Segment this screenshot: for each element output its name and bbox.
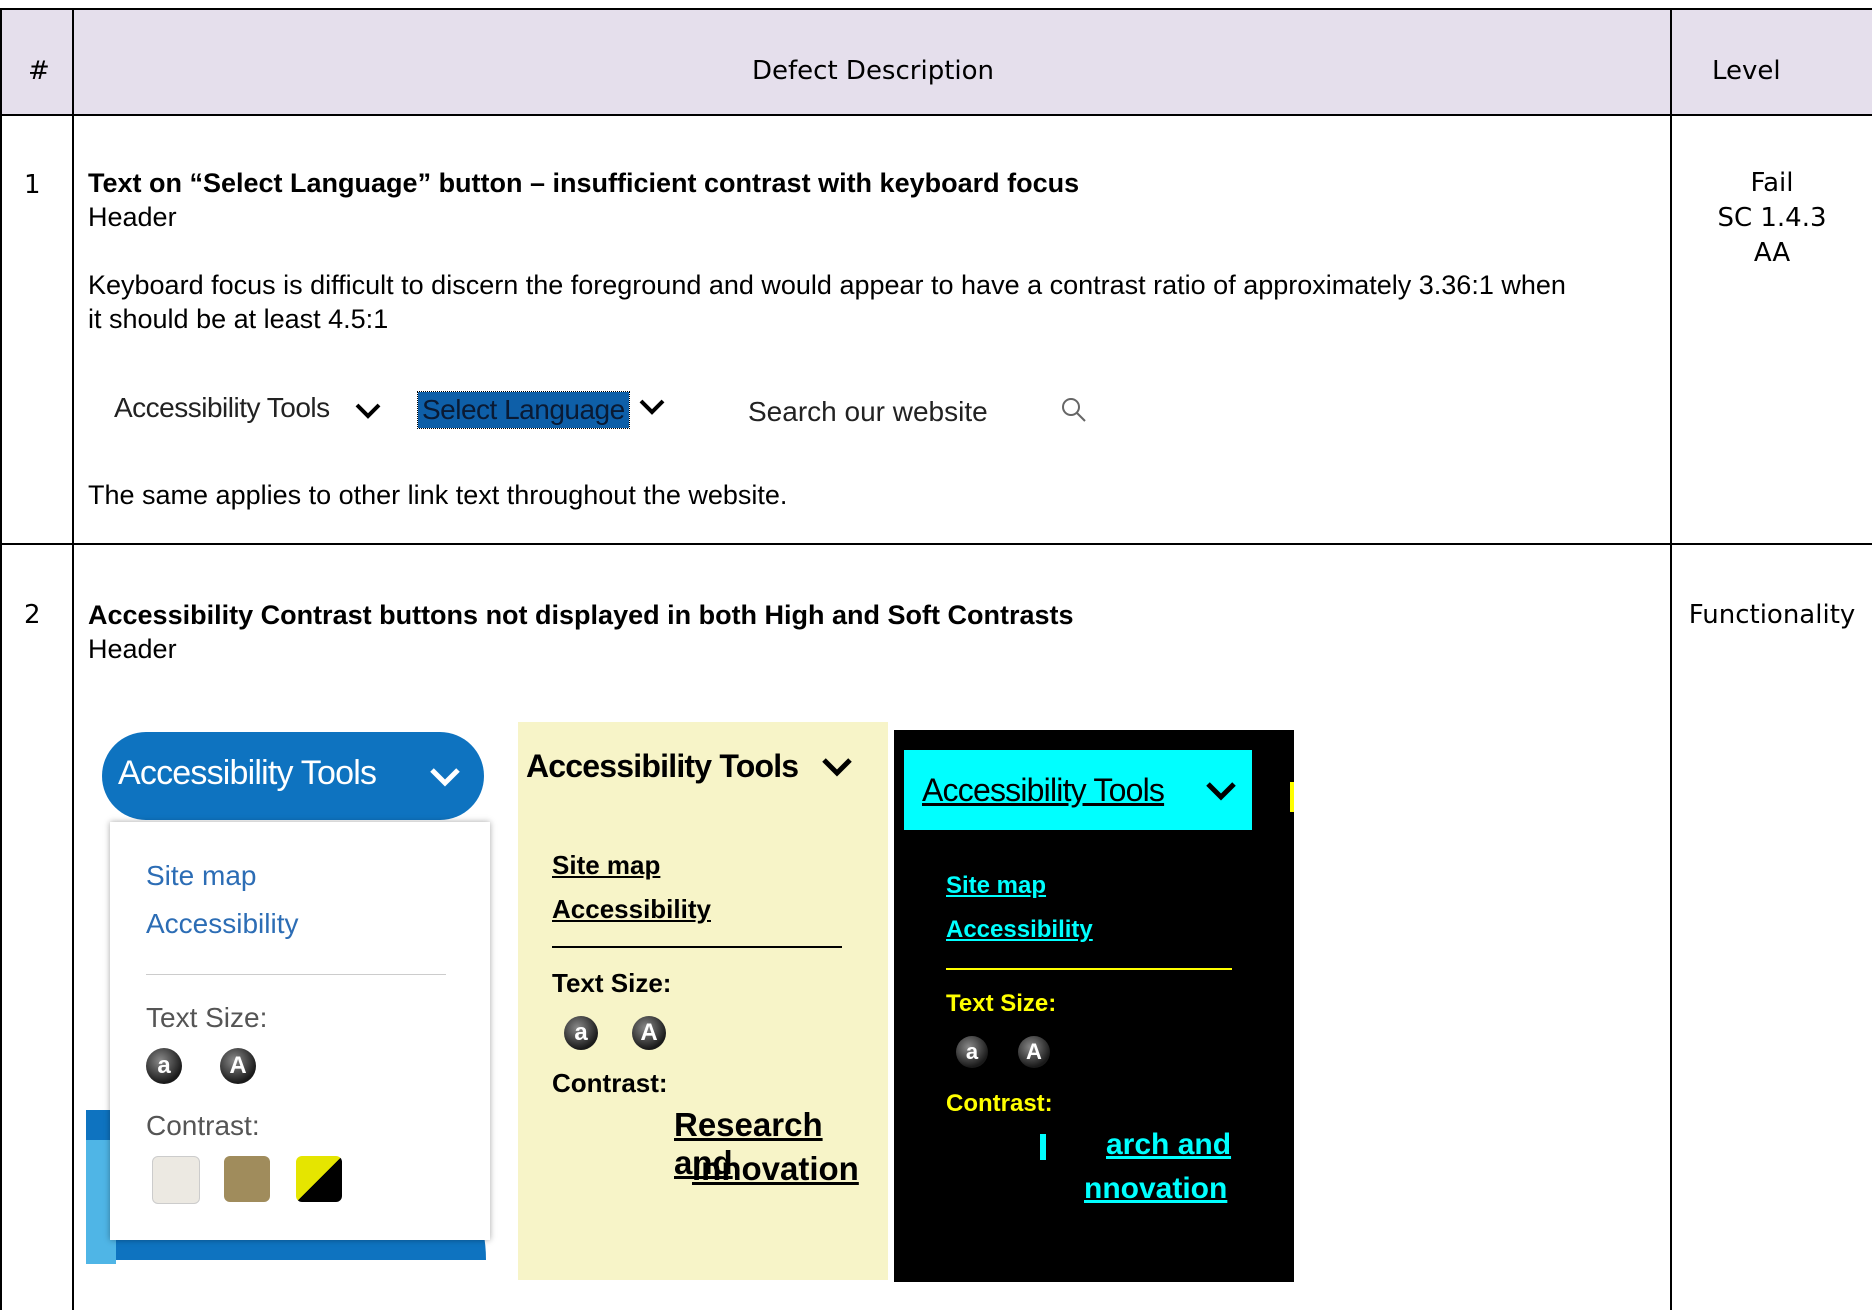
text-size-label: Text Size:	[946, 990, 1057, 1017]
row1-title: Text on “Select Language” button – insuf…	[88, 168, 1080, 198]
truncated-link-edge	[1290, 782, 1294, 812]
row2-level: Functionality	[1688, 600, 1856, 630]
accessibility-tools-button[interactable]: Accessibility Tools	[526, 748, 799, 785]
text-size-large-button[interactable]: A	[220, 1048, 256, 1084]
high-contrast-panel: Accessibility Tools Site map Accessibili…	[894, 730, 1294, 1282]
research-link-line2[interactable]: nnovation	[1084, 1172, 1227, 1206]
contrast-label: Contrast:	[946, 1090, 1053, 1117]
site-map-link[interactable]: Site map	[946, 872, 1046, 900]
header-defect-description: Defect Description	[752, 56, 994, 86]
row2-title: Accessibility Contrast buttons not displ…	[88, 600, 1074, 630]
row1-footer: The same applies to other link text thro…	[88, 480, 788, 510]
accessibility-tools-button[interactable]: Accessibility Tools	[904, 750, 1252, 830]
level-criterion: SC 1.4.3	[1717, 203, 1827, 233]
chevron-down-icon	[355, 403, 381, 419]
text-size-small-button[interactable]: a	[564, 1016, 598, 1050]
chevron-down-icon	[430, 768, 460, 787]
chevron-down-icon	[1206, 782, 1236, 801]
text-size-label: Text Size:	[146, 1002, 268, 1033]
contrast-soft-swatch[interactable]	[224, 1156, 270, 1202]
divider	[552, 946, 842, 948]
divider	[946, 968, 1232, 970]
chevron-down-icon	[822, 758, 852, 777]
row2-number: 2	[24, 600, 41, 630]
table-border-row1	[0, 543, 1872, 545]
text-size-large-button[interactable]: A	[1018, 1036, 1050, 1068]
clipped-glyph	[1040, 1134, 1046, 1160]
row1-level: Fail SC 1.4.3 AA	[1672, 166, 1872, 271]
accessibility-link[interactable]: Accessibility	[146, 908, 298, 940]
header-level: Level	[1712, 56, 1781, 86]
table-border-top	[0, 8, 1872, 10]
text-size-small-button[interactable]: a	[146, 1048, 182, 1084]
default-contrast-panel: Accessibility Tools Site map Accessibili…	[86, 700, 518, 1264]
contrast-label: Contrast:	[552, 1068, 668, 1098]
site-map-link[interactable]: Site map	[552, 850, 660, 881]
search-input[interactable]: Search our website	[748, 396, 988, 428]
row1-location: Header	[88, 202, 177, 232]
divider	[146, 974, 446, 975]
level-conformance: AA	[1753, 238, 1791, 268]
accessibility-link[interactable]: Accessibility	[946, 916, 1093, 944]
accessibility-tools-button[interactable]: Accessibility Tools	[102, 732, 484, 820]
contrast-default-swatch[interactable]	[152, 1156, 200, 1204]
contrast-label: Contrast:	[146, 1110, 260, 1141]
text-size-label: Text Size:	[552, 968, 672, 998]
accessibility-tools-label: Accessibility Tools	[118, 754, 377, 792]
table-divider-num	[72, 8, 74, 1310]
select-language-button[interactable]: Select Language	[417, 391, 630, 429]
accessibility-tools-link[interactable]: Accessibility Tools	[114, 392, 330, 424]
level-result: Fail	[1750, 168, 1794, 198]
research-link-line1[interactable]: arch and	[1106, 1128, 1231, 1162]
accessibility-tools-label: Accessibility Tools	[922, 772, 1165, 808]
row2-location: Header	[88, 634, 177, 664]
row1-body: Keyboard focus is difficult to discern t…	[88, 270, 1566, 334]
soft-contrast-panel: Accessibility Tools Site map Accessibili…	[518, 722, 888, 1280]
text-size-small-button[interactable]: a	[956, 1036, 988, 1068]
header-number: #	[28, 56, 50, 86]
row1-number: 1	[24, 170, 41, 200]
site-map-link[interactable]: Site map	[146, 860, 257, 892]
text-size-large-button[interactable]: A	[632, 1016, 666, 1050]
research-link-line2[interactable]: Innovation	[692, 1150, 859, 1188]
chevron-down-icon	[639, 399, 665, 415]
table-border-header	[0, 114, 1872, 116]
search-icon[interactable]	[1060, 396, 1088, 424]
table-border-left	[0, 8, 2, 1310]
contrast-high-swatch[interactable]	[296, 1156, 342, 1202]
accessibility-link[interactable]: Accessibility	[552, 894, 711, 925]
accessibility-dropdown: Site map Accessibility Text Size: a A Co…	[110, 822, 490, 1240]
